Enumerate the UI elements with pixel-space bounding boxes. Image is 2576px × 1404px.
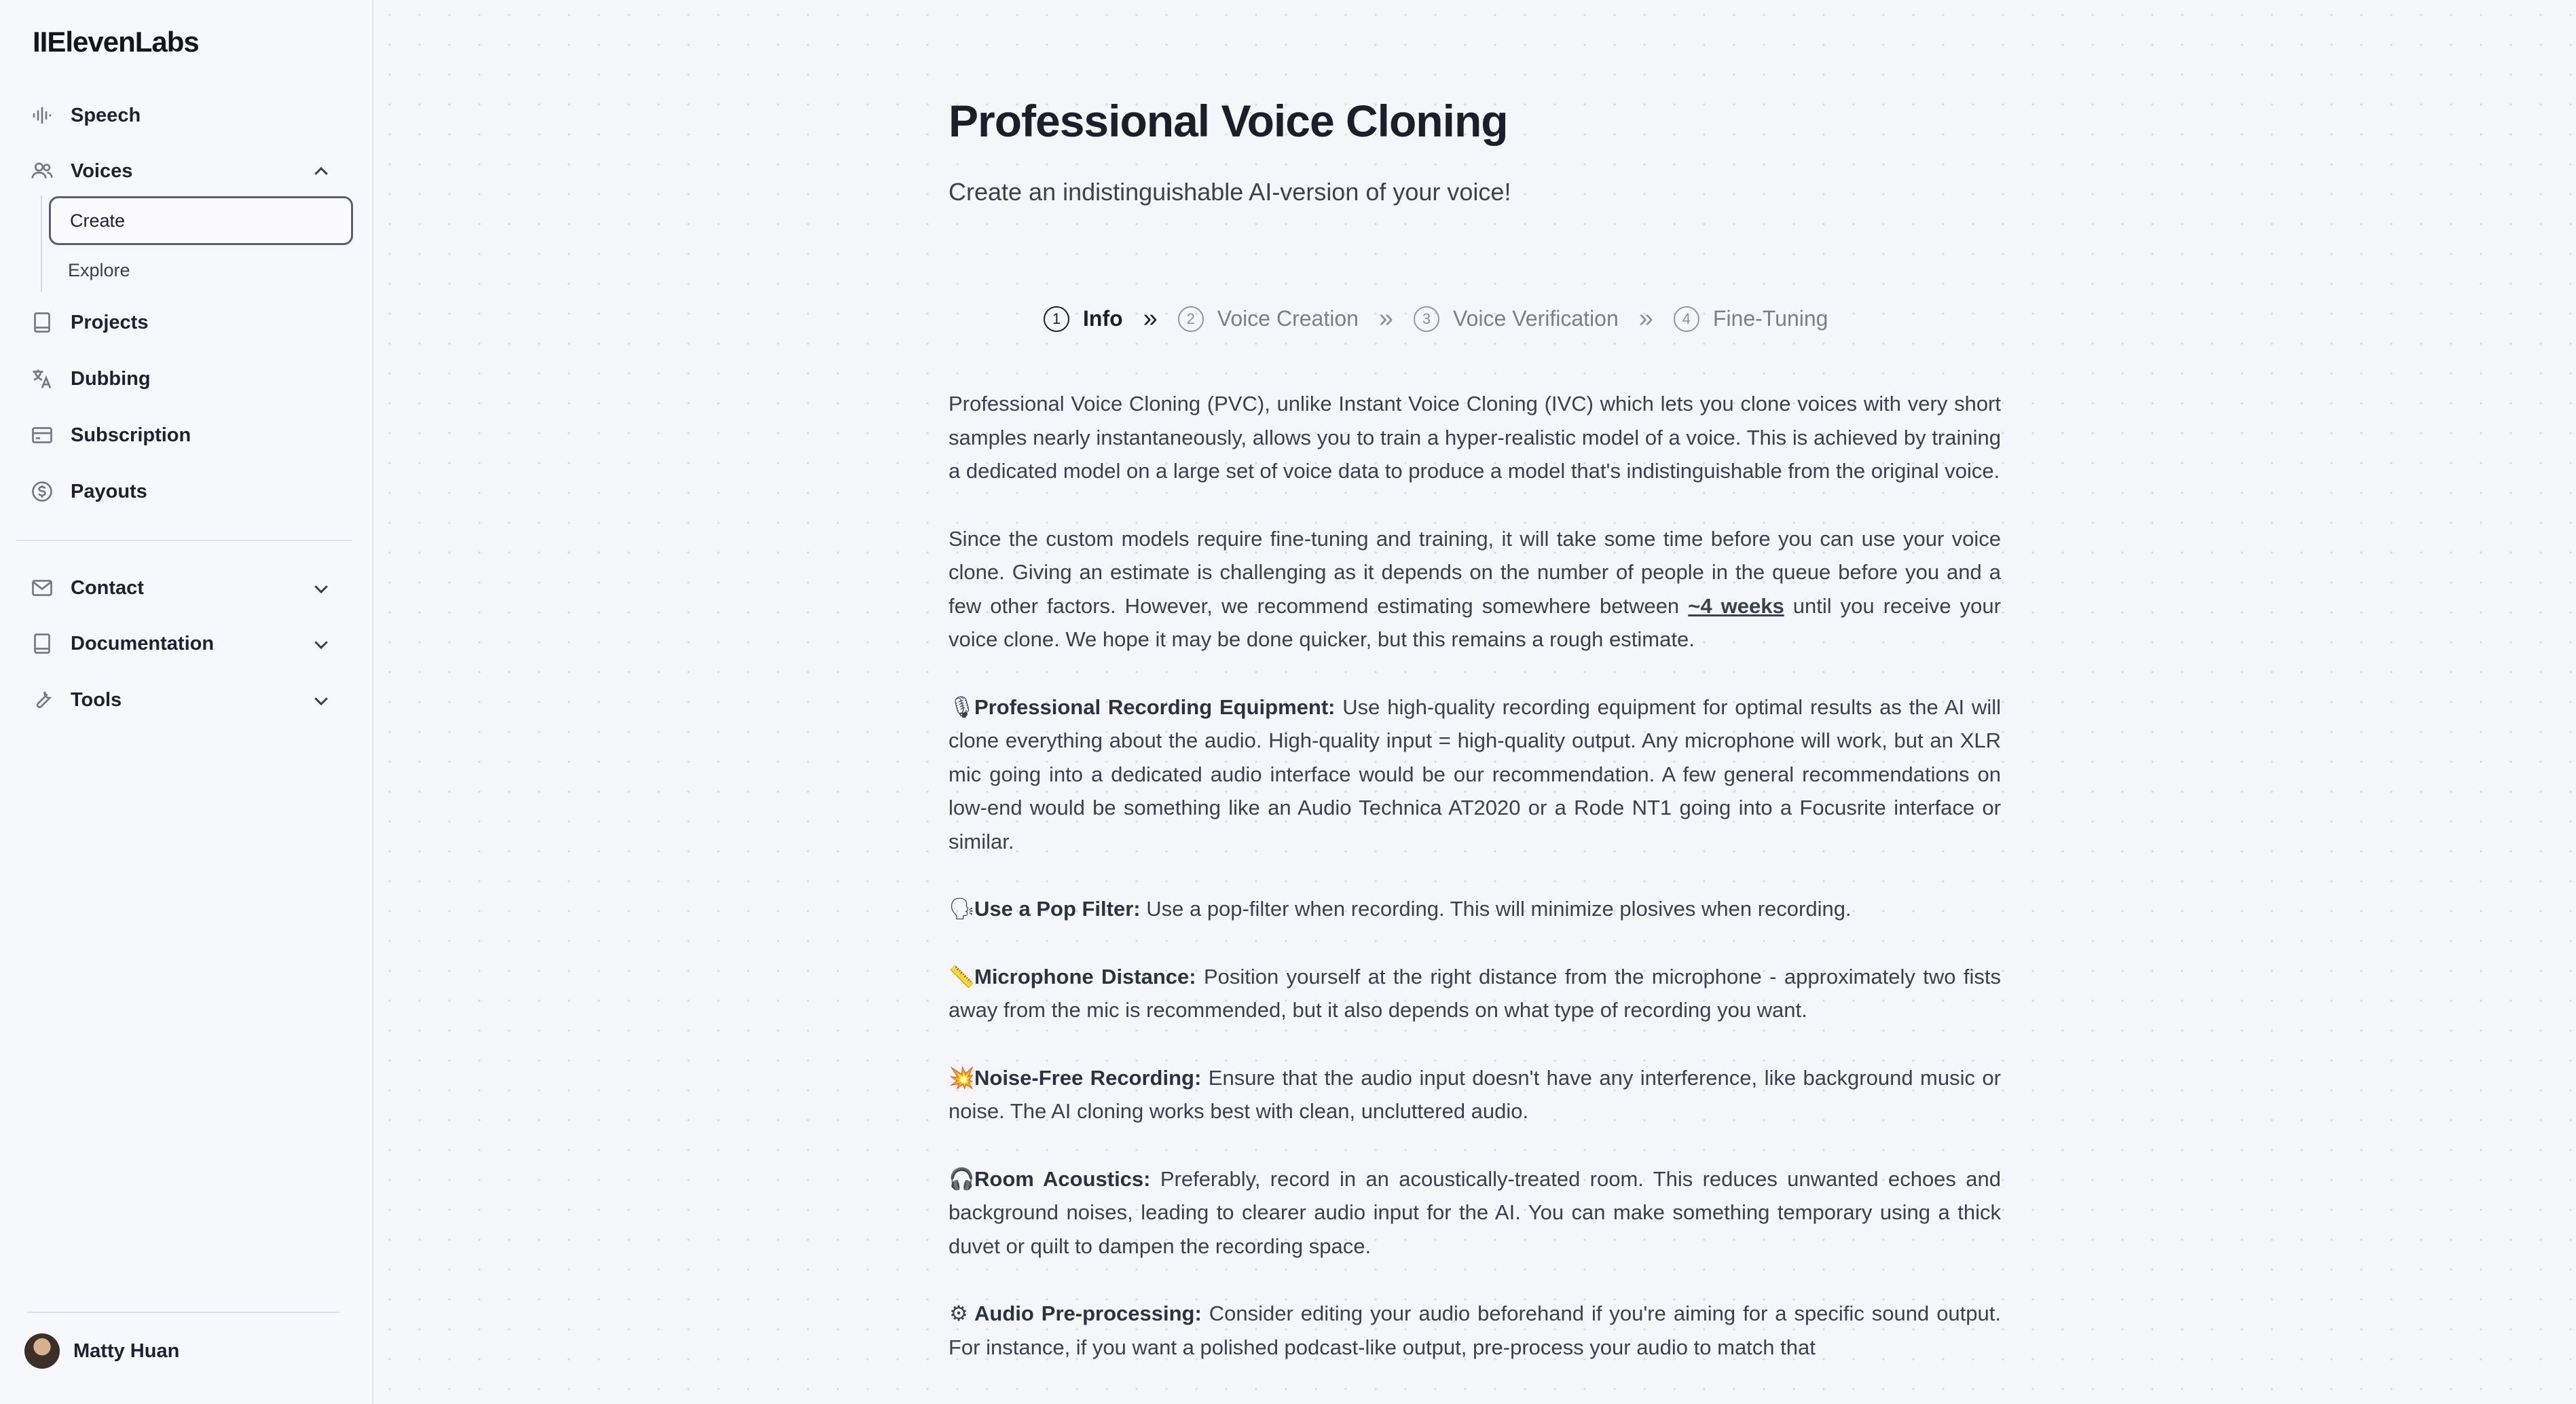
tip-audio-preprocessing: ⚙ Audio Pre-processing: Consider editing … bbox=[949, 1297, 2001, 1364]
step-number: 1 bbox=[1044, 306, 1069, 332]
sidebar-item-payouts[interactable]: Payouts bbox=[27, 470, 353, 513]
step-label: Fine-Tuning bbox=[1712, 306, 1828, 331]
page-title: Professional Voice Cloning bbox=[949, 96, 1509, 146]
tip-text: Use a pop-filter when recording. This wi… bbox=[1140, 897, 1852, 921]
chevron-down-icon[interactable] bbox=[311, 578, 331, 599]
book-icon bbox=[27, 629, 57, 659]
tip-noise-free: 💥Noise-Free Recording: Ensure that the a… bbox=[949, 1061, 2001, 1128]
tip-title: Audio Pre-processing: bbox=[974, 1301, 1202, 1325]
microphone-icon: 🎙 bbox=[949, 695, 976, 719]
sidebar-divider bbox=[16, 540, 352, 541]
tip-room-acoustics: 🎧Room Acoustics: Preferably, record in a… bbox=[949, 1162, 2001, 1263]
sidebar-item-subscription[interactable]: Subscription bbox=[27, 413, 353, 457]
sidebar-item-label: Documentation bbox=[71, 632, 215, 654]
sidebar-item-speech[interactable]: Speech bbox=[27, 94, 353, 137]
user-profile[interactable]: Matty Huan bbox=[24, 1333, 179, 1369]
step-info[interactable]: 1 Info bbox=[1044, 306, 1123, 332]
tip-title: Use a Pop Filter: bbox=[974, 897, 1141, 921]
chevron-down-icon[interactable] bbox=[311, 690, 331, 711]
step-number: 3 bbox=[1414, 306, 1440, 332]
sidebar-divider bbox=[27, 1312, 339, 1313]
sidebar-item-label: Voices bbox=[71, 160, 133, 182]
avatar bbox=[24, 1333, 60, 1369]
double-chevron-right-icon: » bbox=[1638, 304, 1653, 333]
user-name: Matty Huan bbox=[73, 1340, 180, 1362]
tip-recording-equipment: 🎙Professional Recording Equipment: Use h… bbox=[949, 690, 2001, 859]
ruler-icon: 📏 bbox=[949, 964, 975, 989]
chevron-up-icon[interactable] bbox=[311, 162, 331, 182]
sidebar-item-tools[interactable]: Tools bbox=[27, 678, 353, 722]
step-number: 2 bbox=[1177, 306, 1204, 332]
info-body: Professional Voice Cloning (PVC), unlike… bbox=[949, 387, 2001, 1398]
page-subtitle: Create an indistinguishable AI-version o… bbox=[949, 178, 1511, 206]
sidebar-item-label: Subscription bbox=[71, 424, 191, 446]
tip-microphone-distance: 📏Microphone Distance: Position yourself … bbox=[949, 960, 2001, 1027]
chevron-down-icon[interactable] bbox=[311, 634, 331, 654]
wrench-icon bbox=[27, 685, 57, 715]
estimate-link[interactable]: ~4 weeks bbox=[1688, 594, 1784, 618]
sidebar-subitem-explore[interactable]: Explore bbox=[49, 246, 353, 295]
collision-icon: 💥 bbox=[949, 1065, 975, 1090]
waveform-icon bbox=[27, 100, 57, 130]
step-label: Voice Creation bbox=[1217, 306, 1359, 331]
headphones-icon: 🎧 bbox=[949, 1166, 975, 1191]
main-content: Professional Voice Cloning Create an ind… bbox=[375, 0, 2576, 1404]
mail-icon bbox=[27, 573, 57, 603]
brand-logo[interactable]: IIElevenLabs bbox=[33, 26, 200, 58]
sidebar-item-dubbing[interactable]: Dubbing bbox=[27, 357, 353, 401]
book-icon bbox=[27, 308, 57, 337]
users-icon bbox=[27, 156, 57, 186]
step-fine-tuning[interactable]: 4 Fine-Tuning bbox=[1673, 306, 1828, 332]
speaking-head-icon: 🗣 bbox=[949, 897, 976, 921]
sidebar-item-label: Dubbing bbox=[71, 367, 151, 390]
gear-icon: ⚙ bbox=[949, 1301, 968, 1325]
timing-paragraph: Since the custom models require fine-tun… bbox=[949, 522, 2001, 657]
translate-icon bbox=[27, 364, 57, 394]
step-label: Info bbox=[1083, 306, 1123, 331]
submenu-guide-line bbox=[41, 196, 42, 292]
intro-paragraph: Professional Voice Cloning (PVC), unlike… bbox=[949, 392, 2001, 483]
double-chevron-right-icon: » bbox=[1143, 304, 1158, 333]
step-label: Voice Verification bbox=[1453, 306, 1619, 331]
stepper: 1 Info » 2 Voice Creation » 3 Voice Veri… bbox=[1044, 304, 1828, 333]
step-voice-creation[interactable]: 2 Voice Creation bbox=[1177, 306, 1359, 332]
sidebar-item-label: Payouts bbox=[71, 480, 147, 502]
sidebar-item-label: Tools bbox=[71, 688, 122, 711]
tip-title: Noise-Free Recording: bbox=[974, 1065, 1202, 1090]
tip-title: Room Acoustics: bbox=[974, 1166, 1151, 1191]
step-number: 4 bbox=[1673, 306, 1699, 332]
dollar-coin-icon bbox=[27, 477, 57, 506]
credit-card-icon bbox=[27, 420, 57, 450]
sidebar-subitem-create[interactable]: Create bbox=[49, 196, 353, 245]
tip-pop-filter: 🗣Use a Pop Filter: Use a pop-filter when… bbox=[949, 892, 2001, 926]
tip-title: Microphone Distance: bbox=[974, 964, 1196, 989]
double-chevron-right-icon: » bbox=[1378, 304, 1394, 333]
tip-title: Professional Recording Equipment: bbox=[974, 695, 1336, 719]
sidebar-item-documentation[interactable]: Documentation bbox=[27, 622, 353, 665]
sidebar: IIElevenLabs Speech Voices Create Explor… bbox=[0, 0, 373, 1404]
sidebar-item-projects[interactable]: Projects bbox=[27, 301, 353, 344]
sidebar-item-label: Speech bbox=[71, 104, 141, 126]
sidebar-item-label: Contact bbox=[71, 576, 144, 599]
sidebar-item-contact[interactable]: Contact bbox=[27, 566, 353, 610]
step-voice-verification[interactable]: 3 Voice Verification bbox=[1414, 306, 1619, 332]
sidebar-item-voices[interactable]: Voices bbox=[27, 149, 353, 193]
sidebar-item-label: Projects bbox=[71, 311, 149, 333]
